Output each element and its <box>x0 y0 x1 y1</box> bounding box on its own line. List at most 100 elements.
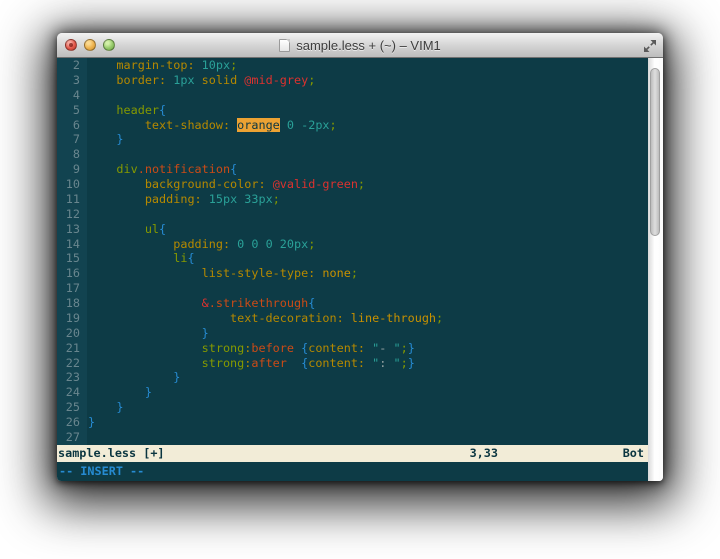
code-line: 11 padding: 15px 33px; <box>57 192 648 207</box>
code-text: } <box>87 370 648 385</box>
code-token: { <box>159 103 166 117</box>
code-token <box>88 237 173 251</box>
code-token: .strikethrough <box>209 296 308 310</box>
code-token: } <box>116 400 123 414</box>
code-token: 0 0 0 20px <box>237 237 308 251</box>
line-number: 26 <box>57 415 87 430</box>
code-area[interactable]: 2 margin-top: 10px;3 border: 1px solid @… <box>57 58 648 445</box>
code-token: text-shadow: <box>145 118 230 132</box>
code-token: content: <box>308 356 365 370</box>
code-token: ; <box>330 118 337 132</box>
code-text <box>87 430 648 445</box>
code-token <box>266 177 273 191</box>
code-token: padding: <box>145 192 202 206</box>
code-token: - <box>379 341 393 355</box>
code-token <box>88 251 173 265</box>
scrollbar[interactable] <box>648 58 663 481</box>
line-number: 2 <box>57 58 87 73</box>
code-token <box>88 132 116 146</box>
code-token: @valid-green <box>273 177 358 191</box>
code-token: ul <box>145 222 159 236</box>
line-number: 22 <box>57 356 87 371</box>
window-body: 2 margin-top: 10px;3 border: 1px solid @… <box>57 58 663 481</box>
window-title: sample.less + (~) – VIM1 <box>296 38 441 53</box>
code-token <box>88 400 116 414</box>
traffic-lights <box>65 33 115 57</box>
line-number: 3 <box>57 73 87 88</box>
code-token: ; <box>358 177 365 191</box>
code-token: } <box>173 370 180 384</box>
code-token: line-through <box>351 311 436 325</box>
code-token: ; <box>401 341 408 355</box>
code-token: } <box>408 341 415 355</box>
minimize-icon[interactable] <box>84 39 96 51</box>
code-token <box>287 356 301 370</box>
code-line: 6 text-shadow: orange 0 -2px; <box>57 118 648 133</box>
code-token: 10px <box>202 58 230 72</box>
code-text: div.notification{ <box>87 162 648 177</box>
code-token: ; <box>230 58 237 72</box>
title-bar[interactable]: sample.less + (~) – VIM1 <box>57 33 663 58</box>
code-token: " <box>393 341 400 355</box>
code-token: 15px 33px <box>209 192 273 206</box>
code-token: 0 -2px <box>287 118 330 132</box>
code-text <box>87 147 648 162</box>
line-number: 13 <box>57 222 87 237</box>
code-token: none <box>322 266 350 280</box>
code-token <box>88 73 116 87</box>
status-scroll-indicator: Bot <box>623 445 644 462</box>
code-token <box>88 356 202 370</box>
line-number: 6 <box>57 118 87 133</box>
code-text: padding: 0 0 0 20px; <box>87 237 648 252</box>
code-token: { <box>230 162 237 176</box>
code-token: content: <box>308 341 365 355</box>
scrollbar-thumb[interactable] <box>650 68 660 236</box>
code-token <box>88 370 173 384</box>
zoom-icon[interactable] <box>103 39 115 51</box>
code-token: ; <box>351 266 358 280</box>
line-number: 25 <box>57 400 87 415</box>
code-text: text-decoration: line-through; <box>87 311 648 326</box>
code-token: } <box>202 326 209 340</box>
code-token: : <box>379 356 393 370</box>
status-filename: sample.less [+] <box>58 445 165 462</box>
line-number: 18 <box>57 296 87 311</box>
close-icon[interactable] <box>65 39 77 51</box>
code-text: text-shadow: orange 0 -2px; <box>87 118 648 133</box>
code-text: ul{ <box>87 222 648 237</box>
line-number: 16 <box>57 266 87 281</box>
code-token: after <box>251 356 287 370</box>
code-line: 22 strong:after {content: ": ";} <box>57 356 648 371</box>
code-text: border: 1px solid @mid-grey; <box>87 73 648 88</box>
code-token <box>280 118 287 132</box>
code-token: ; <box>308 237 315 251</box>
code-line: 3 border: 1px solid @mid-grey; <box>57 73 648 88</box>
code-token: @mid-grey <box>244 73 308 87</box>
code-text <box>87 207 648 222</box>
line-number: 14 <box>57 237 87 252</box>
code-token <box>88 385 145 399</box>
line-number: 15 <box>57 251 87 266</box>
line-number: 4 <box>57 88 87 103</box>
code-token <box>88 341 202 355</box>
code-text: list-style-type: none; <box>87 266 648 281</box>
code-token: } <box>116 132 123 146</box>
code-text: header{ <box>87 103 648 118</box>
code-token <box>88 222 145 236</box>
code-text: background-color: @valid-green; <box>87 177 648 192</box>
fullscreen-expand-icon[interactable] <box>643 39 656 52</box>
code-text: strong:after {content: ": ";} <box>87 356 648 371</box>
code-token <box>88 192 145 206</box>
code-text: } <box>87 132 648 147</box>
code-token: strong <box>202 341 245 355</box>
code-token: ; <box>436 311 443 325</box>
code-token: div <box>116 162 137 176</box>
code-token <box>88 177 145 191</box>
code-token <box>88 118 145 132</box>
code-token: before <box>251 341 294 355</box>
code-text: } <box>87 326 648 341</box>
code-line: 26} <box>57 415 648 430</box>
code-line: 21 strong:before {content: "- ";} <box>57 341 648 356</box>
code-token: & <box>202 296 209 310</box>
line-number: 23 <box>57 370 87 385</box>
